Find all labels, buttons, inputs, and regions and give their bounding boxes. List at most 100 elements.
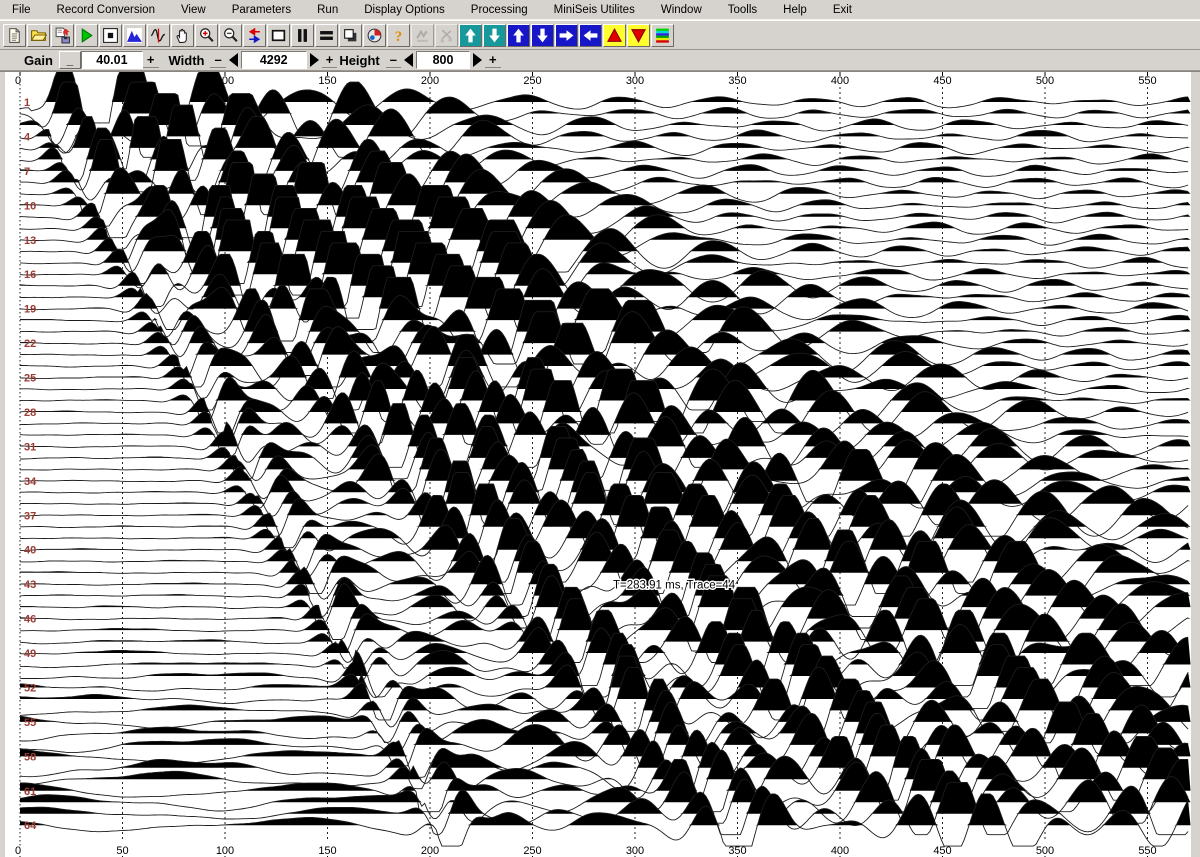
svg-text:25: 25 [24, 373, 36, 385]
svg-text:46: 46 [24, 614, 36, 626]
gain-minus-button[interactable]: _ [59, 51, 81, 69]
horizontal-bars-button[interactable] [315, 24, 338, 47]
swap-arrows-icon [246, 27, 263, 44]
scroll-right-button[interactable] [555, 24, 578, 47]
width-spin-right-button[interactable] [307, 51, 322, 69]
zoom-out-button[interactable] [219, 24, 242, 47]
rainbow-stripes-icon [654, 27, 671, 44]
control-bar: Gain _ 40.01 + Width – 4292 + Height – 8… [0, 50, 1200, 71]
amplitude-peak-icon [126, 27, 143, 44]
overlay-windows-button[interactable] [339, 24, 362, 47]
svg-text:22: 22 [24, 338, 36, 350]
gray-clip-icon [438, 27, 455, 44]
svg-text:13: 13 [24, 235, 36, 247]
scroll-left-button[interactable] [579, 24, 602, 47]
svg-text:58: 58 [24, 751, 36, 763]
height-plus-button[interactable]: + [485, 52, 501, 68]
width-minus-button[interactable]: – [210, 52, 225, 68]
svg-text:0: 0 [15, 75, 21, 87]
menu-processing[interactable]: Processing [463, 3, 536, 17]
height-spin-left-button[interactable] [401, 51, 416, 69]
svg-text:7: 7 [24, 166, 30, 178]
menu-file[interactable]: File [4, 3, 39, 17]
height-label: Height [339, 53, 379, 68]
scroll-up-button[interactable] [507, 24, 530, 47]
height-minus-button[interactable]: – [386, 52, 401, 68]
scroll-down-button[interactable] [531, 24, 554, 47]
gain-up-button[interactable] [603, 24, 626, 47]
svg-text:16: 16 [24, 269, 36, 281]
svg-text:49: 49 [24, 648, 36, 660]
arrow-down-icon [534, 27, 551, 44]
help-button[interactable]: ? [387, 24, 410, 47]
color-scale-button[interactable] [651, 24, 674, 47]
wiggle-trace-button[interactable] [147, 24, 170, 47]
box-display-button[interactable] [267, 24, 290, 47]
disabled-tool-button-2 [435, 24, 458, 47]
seismic-plot-area[interactable]: 0050501001001501502002002502503003003503… [0, 71, 1200, 857]
svg-text:100: 100 [216, 845, 234, 857]
page-down-button[interactable] [483, 24, 506, 47]
arrow-up-icon [510, 27, 527, 44]
svg-text:0: 0 [15, 845, 21, 857]
svg-text:550: 550 [1138, 845, 1156, 857]
zoom-in-button[interactable] [195, 24, 218, 47]
menu-view[interactable]: View [173, 3, 214, 17]
svg-text:500: 500 [1036, 75, 1054, 87]
width-spin-left-button[interactable] [226, 51, 241, 69]
gain-down-button[interactable] [627, 24, 650, 47]
left-triangle-icon [404, 53, 413, 67]
disabled-tool-button-1 [411, 24, 434, 47]
svg-text:300: 300 [626, 845, 644, 857]
save-file-button[interactable] [51, 24, 74, 47]
svg-text:350: 350 [728, 75, 746, 87]
svg-text:450: 450 [933, 845, 951, 857]
menu-miniseis-utilites[interactable]: MiniSeis Utilites [546, 3, 643, 17]
svg-text:150: 150 [318, 75, 336, 87]
reverse-traces-button[interactable] [243, 24, 266, 47]
svg-text:?: ? [395, 28, 402, 43]
menu-record-conversion[interactable]: Record Conversion [49, 3, 163, 17]
vertical-bars-button[interactable] [291, 24, 314, 47]
svg-text:150: 150 [318, 845, 336, 857]
menu-window[interactable]: Window [653, 3, 710, 17]
color-disc-button[interactable] [363, 24, 386, 47]
menu-parameters[interactable]: Parameters [224, 3, 299, 17]
svg-text:200: 200 [421, 845, 439, 857]
gain-label: Gain [24, 53, 53, 68]
play-icon [78, 27, 95, 44]
menu-exit[interactable]: Exit [825, 3, 860, 17]
svg-text:550: 550 [1138, 75, 1156, 87]
right-triangle-icon [310, 53, 319, 67]
right-triangle-icon [473, 53, 482, 67]
svg-text:10: 10 [24, 200, 36, 212]
page-up-button[interactable] [459, 24, 482, 47]
height-value[interactable]: 800 [416, 51, 470, 69]
toolbar: ? [0, 20, 1200, 50]
new-file-button[interactable] [3, 24, 26, 47]
svg-text:300: 300 [626, 75, 644, 87]
menu-help[interactable]: Help [775, 3, 815, 17]
open-file-button[interactable] [27, 24, 50, 47]
stop-button[interactable] [99, 24, 122, 47]
svg-text:200: 200 [421, 75, 439, 87]
menu-display-options[interactable]: Display Options [356, 3, 453, 17]
svg-text:1: 1 [24, 97, 30, 109]
arrow-left-icon [582, 27, 599, 44]
menu-run[interactable]: Run [309, 3, 346, 17]
svg-text:19: 19 [24, 304, 36, 316]
amplitude-display-button[interactable] [123, 24, 146, 47]
gain-plus-button[interactable]: + [143, 52, 159, 68]
gain-value[interactable]: 40.01 [81, 51, 143, 69]
height-spin-right-button[interactable] [470, 51, 485, 69]
width-plus-button[interactable]: + [322, 52, 338, 68]
width-value[interactable]: 4292 [241, 51, 307, 69]
menu-toolls[interactable]: Toolls [720, 3, 765, 17]
pan-button[interactable] [171, 24, 194, 47]
run-button[interactable] [75, 24, 98, 47]
svg-text:31: 31 [24, 441, 36, 453]
arrow-right-icon [558, 27, 575, 44]
menu-bar: File Record Conversion View Parameters Run Di… [0, 0, 1200, 20]
save-file-icon [54, 27, 71, 44]
svg-text:34: 34 [24, 476, 37, 488]
